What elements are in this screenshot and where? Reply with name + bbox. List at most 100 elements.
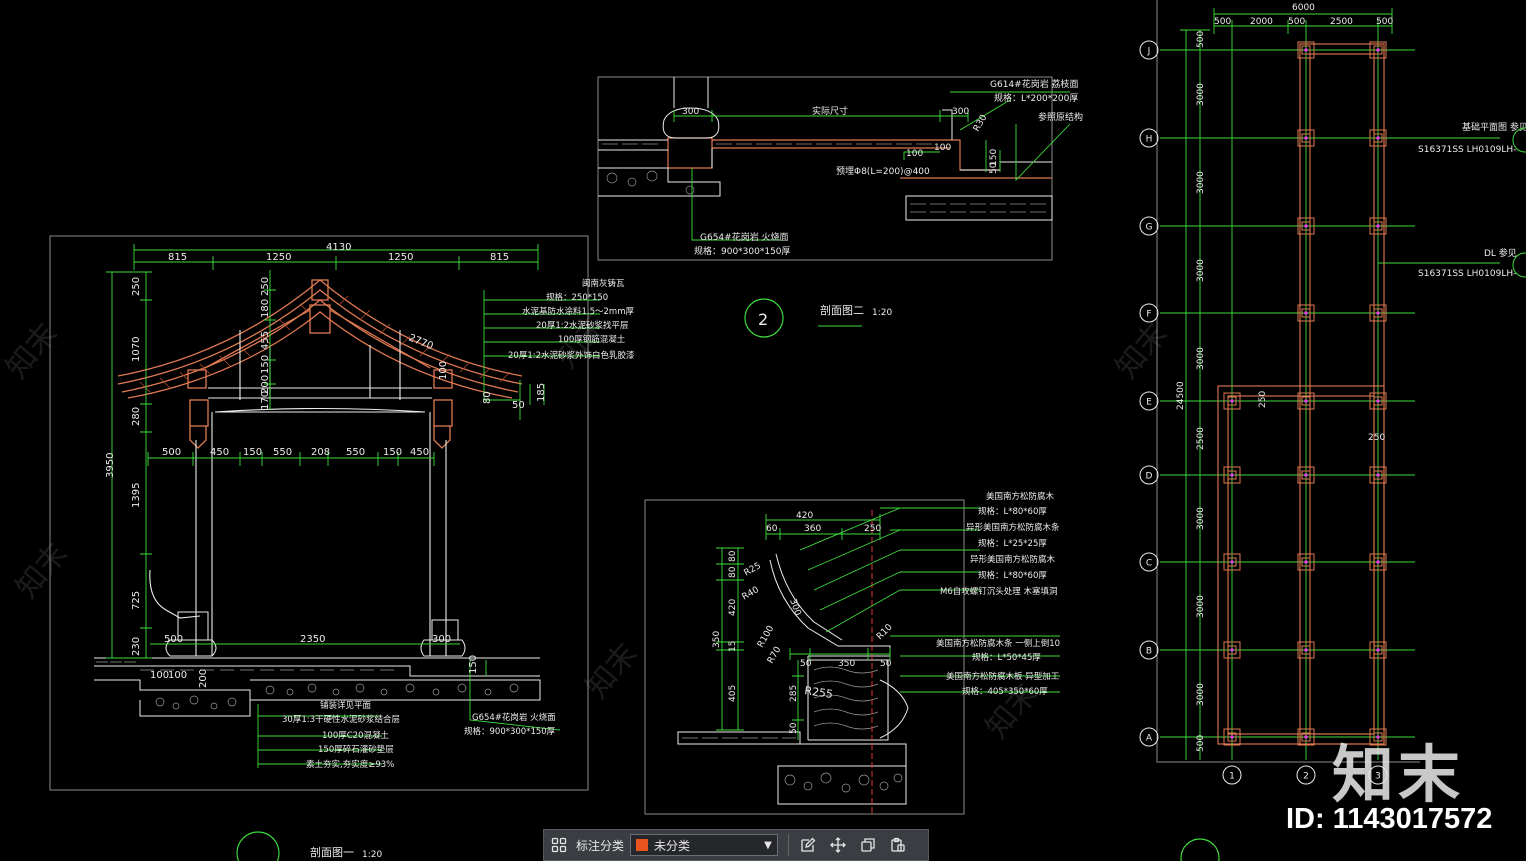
section-2-number: 2 xyxy=(758,310,768,329)
dim-bottom: 200 xyxy=(198,669,209,688)
dim: 350 xyxy=(712,631,722,648)
move-icon[interactable] xyxy=(823,830,853,860)
roof-note: 闽南灰铸瓦 xyxy=(582,278,625,289)
grid-node xyxy=(1304,48,1308,52)
category-color-swatch xyxy=(636,839,649,851)
grid-node xyxy=(1304,560,1308,564)
paving-note: G654#花岗岩 火烧面 xyxy=(472,712,556,723)
dim: 80 xyxy=(728,566,738,578)
dim: 60 xyxy=(766,524,778,534)
dim-mid: 150 xyxy=(383,447,402,458)
dim-left: 3000 xyxy=(1196,83,1206,106)
dim-left: 2500 xyxy=(1196,427,1206,450)
dim-top: 2500 xyxy=(1330,17,1353,27)
dim-left: 250 xyxy=(131,277,142,296)
category-select-value: 未分类 xyxy=(654,838,691,853)
dim-inner: 180 xyxy=(260,299,271,318)
base-note: 30厚1:3干硬性水泥砂浆结合层 xyxy=(282,714,400,725)
dim-eave: 185 xyxy=(536,383,547,402)
section-2-scale: 1:20 xyxy=(872,308,892,318)
base-note: 150厚碎石灌砂垫层 xyxy=(318,744,394,755)
note: M6自攻螺钉沉头处理 木塞填洞 xyxy=(940,586,1057,597)
dim: 300 xyxy=(682,107,699,117)
edit-icon[interactable] xyxy=(793,830,823,860)
watermark-id: ID: 1143017572 xyxy=(1286,803,1493,835)
dim-left: 230 xyxy=(131,637,142,656)
note: 预埋Φ8(L=200)@400 xyxy=(836,166,930,177)
dim-eave: 100 xyxy=(438,361,449,380)
grid-node xyxy=(1304,399,1308,403)
grid-node xyxy=(1304,648,1308,652)
grid-row-label: D xyxy=(1146,472,1153,482)
plan-note: S16371SS LH0109LH- xyxy=(1418,269,1516,279)
plan-note: S16371SS LH0109LH- xyxy=(1418,145,1516,155)
copy-icon[interactable] xyxy=(853,830,883,860)
dim-left: 1070 xyxy=(131,337,142,362)
grid-row-label: H xyxy=(1146,135,1153,145)
dim: 360 xyxy=(804,524,821,534)
note: G614#花岗岩 荔枝面 xyxy=(990,78,1079,90)
grid-node xyxy=(1376,48,1380,52)
dim-mid: 208 xyxy=(311,447,330,458)
dim-left: 3000 xyxy=(1196,347,1206,370)
dim-inner: 250 xyxy=(1368,433,1385,443)
dim: 实际尺寸 xyxy=(812,105,848,117)
toolbar-divider xyxy=(788,834,790,856)
dim-bottom: 150 xyxy=(468,655,479,674)
grid-col-label: 2 xyxy=(1303,772,1309,782)
note: 美国南方松防腐木 xyxy=(986,491,1055,502)
grid-row-label: A xyxy=(1146,734,1153,744)
note: 规格：900*300*150厚 xyxy=(694,245,791,257)
paving-note: 规格：900*300*150厚 xyxy=(464,726,556,737)
dim: 350 xyxy=(838,659,855,669)
note: 规格：L*50*45厚 xyxy=(972,652,1041,663)
dim-left: 500 xyxy=(1196,735,1206,752)
note: 异形美国南方松防腐木条 xyxy=(966,522,1060,533)
dim-eave: 80 xyxy=(482,391,493,404)
dim-left: 3000 xyxy=(1196,683,1206,706)
grid-node xyxy=(1230,560,1234,564)
grid-node xyxy=(1376,648,1380,652)
note: 规格：L*80*60厚 xyxy=(978,506,1047,517)
dim-inner: 150 xyxy=(260,355,271,374)
grid-node xyxy=(1376,311,1380,315)
grid-node xyxy=(1376,560,1380,564)
grid-view-icon[interactable] xyxy=(544,830,574,860)
grid-node xyxy=(1376,473,1380,477)
dim-bottom: 500 xyxy=(164,634,183,645)
dim-left: 3000 xyxy=(1196,507,1206,530)
dim: 405 xyxy=(728,685,738,702)
dim-top-total: 4130 xyxy=(326,242,351,253)
grid-node xyxy=(1304,136,1308,140)
roof-note: 20厚1:2水泥砂浆外饰白色乳胶漆 xyxy=(508,350,635,361)
dim-left: 1395 xyxy=(131,483,142,508)
paste-icon[interactable] xyxy=(883,830,913,860)
grid-row-label: E xyxy=(1146,398,1152,408)
base-note: 素土夯实,夯实度≥93% xyxy=(306,759,394,770)
note: 规格：L*200*200厚 xyxy=(994,92,1078,104)
dim-inner: 250 xyxy=(260,277,271,296)
note: G654#花岗岩 火烧面 xyxy=(700,231,789,243)
note: 规格：L*80*60厚 xyxy=(978,570,1047,581)
grid-node xyxy=(1230,648,1234,652)
dim-left: 3000 xyxy=(1196,595,1206,618)
dim-left-total: 24500 xyxy=(1176,381,1186,410)
annotation-category-select[interactable]: 未分类 ▼ xyxy=(630,834,779,856)
cad-drawing-canvas[interactable]: 知末 知末 知末 知末 知末 知末 4130 815 1250 1250 815… xyxy=(0,0,1526,861)
dim-top: 815 xyxy=(168,252,187,263)
chevron-down-icon: ▼ xyxy=(764,839,772,851)
grid-node xyxy=(1304,473,1308,477)
base-note: 100厚C20混凝土 xyxy=(322,730,389,741)
dim-top: 500 xyxy=(1214,17,1231,27)
dim-top: 2000 xyxy=(1250,17,1273,27)
dim-eave: 50 xyxy=(512,400,525,411)
grid-node xyxy=(1304,224,1308,228)
dim: 50 xyxy=(800,659,812,669)
dim-left: 725 xyxy=(131,591,142,610)
dim-top: 1250 xyxy=(266,252,291,263)
dim: 100 xyxy=(934,143,951,153)
grid-row-label: F xyxy=(1146,310,1151,320)
grid-node xyxy=(1376,224,1380,228)
grid-node xyxy=(1230,399,1234,403)
dim-inner: 250 xyxy=(1258,391,1268,408)
